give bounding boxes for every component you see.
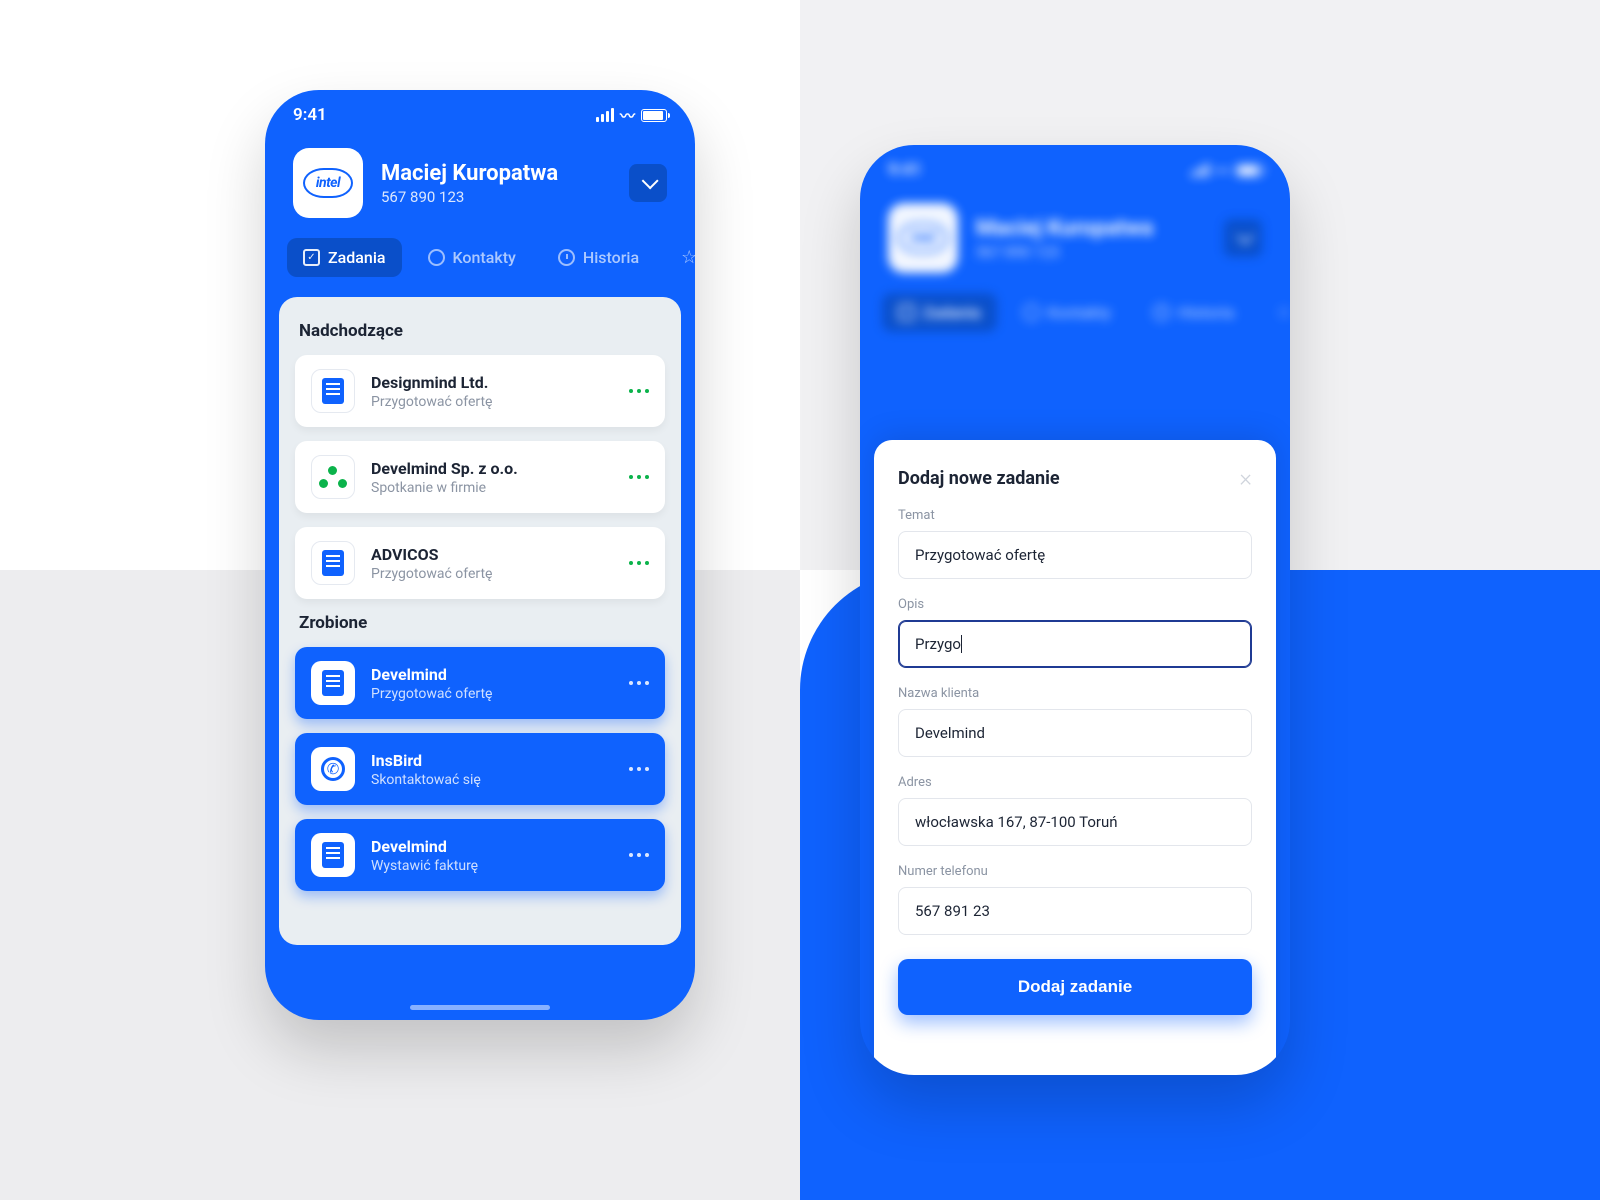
task-card-done[interactable]: InsBird Skontaktować się [295,733,665,805]
document-icon [311,661,355,705]
expand-button [1224,219,1262,257]
input-opis[interactable]: Przygo [898,620,1252,668]
star-icon: ☆ [681,251,695,265]
status-time: 9:41 [293,105,327,125]
phone-add-task-screen: 9:41 〰 intel Maciej Kuropatwa 567 890 12… [860,145,1290,1075]
task-card[interactable]: ADVICOS Przygotować ofertę [295,527,665,599]
task-desc: Wystawić fakturę [371,858,613,874]
input-klient[interactable]: Develmind [898,709,1252,757]
input-temat[interactable]: Przygotować ofertę [898,531,1252,579]
status-bar: 9:41 〰 [265,90,695,140]
status-icons: 〰 [596,105,667,126]
chevron-down-icon [642,172,659,189]
label-telefon: Numer telefonu [898,864,1252,879]
company-logo: intel [888,203,958,273]
document-icon [311,833,355,877]
contact-header: intel Maciej Kuropatwa 567 890 123 [265,140,695,238]
wifi-icon: 〰 [1215,160,1230,181]
add-task-sheet: Dodaj nowe zadanie × Temat Przygotować o… [874,440,1276,1075]
contact-name: Maciej Kuropatwa [381,161,611,186]
input-telefon[interactable]: 567 891 23 [898,887,1252,935]
tab-bar-dimmed: Zadania Kontakty Historia ☆ [860,293,1290,346]
status-icons: 〰 [1191,160,1262,181]
task-company: Develmind [371,665,613,684]
task-desc: Przygotować ofertę [371,394,613,410]
person-icon [428,249,445,266]
more-icon[interactable] [629,561,649,565]
label-opis: Opis [898,597,1252,612]
tab-kontakty[interactable]: Kontakty [412,238,532,277]
status-time: 9:41 [888,160,922,180]
label-temat: Temat [898,508,1252,523]
task-company: Develmind [371,837,613,856]
company-logo: intel [293,148,363,218]
task-desc: Przygotować ofertę [371,686,613,702]
battery-icon [1236,164,1262,177]
contact-phone: 567 890 123 [381,188,611,206]
task-company: ADVICOS [371,545,613,564]
history-icon [558,249,575,266]
task-company: Designmind Ltd. [371,373,613,392]
expand-button[interactable] [629,164,667,202]
task-company: Develmind Sp. z o.o. [371,459,613,478]
section-done-title: Zrobione [299,613,661,633]
tab-zadania[interactable]: Zadania [287,238,402,277]
signal-icon [596,108,614,122]
home-indicator [410,1005,550,1010]
more-icon[interactable] [629,475,649,479]
task-card[interactable]: Designmind Ltd. Przygotować ofertę [295,355,665,427]
submit-button[interactable]: Dodaj zadanie [898,959,1252,1015]
tasks-panel: Nadchodzące Designmind Ltd. Przygotować … [279,297,681,945]
label-klient: Nazwa klienta [898,686,1252,701]
task-card-done[interactable]: Develmind Przygotować ofertę [295,647,665,719]
more-icon[interactable] [629,853,649,857]
label-adres: Adres [898,775,1252,790]
close-icon[interactable]: × [1239,466,1252,490]
task-desc: Skontaktować się [371,772,613,788]
input-adres[interactable]: włocławska 167, 87-100 Toruń [898,798,1252,846]
task-card-done[interactable]: Develmind Wystawić fakturę [295,819,665,891]
team-icon [311,455,355,499]
document-icon [311,369,355,413]
phone-icon [311,747,355,791]
status-bar: 9:41 〰 [860,145,1290,195]
sheet-title: Dodaj nowe zadanie [898,468,1060,489]
more-icon[interactable] [629,767,649,771]
contact-header-dimmed: intel Maciej Kuropatwa 567 890 123 [860,195,1290,293]
task-desc: Spotkanie w firmie [371,480,613,496]
more-icon[interactable] [629,389,649,393]
tab-label: Historia [583,248,639,267]
tab-label: Kontakty [453,248,516,267]
phone-tasks-screen: 9:41 〰 intel Maciej Kuropatwa 567 890 12… [265,90,695,1020]
tab-label: Zadania [328,248,386,267]
signal-icon [1191,163,1209,177]
task-card[interactable]: Develmind Sp. z o.o. Spotkanie w firmie [295,441,665,513]
task-desc: Przygotować ofertę [371,566,613,582]
section-upcoming-title: Nadchodzące [299,321,661,341]
tab-historia[interactable]: Historia [542,238,655,277]
document-icon [311,541,355,585]
tab-more[interactable]: ☆ U [665,238,695,277]
clipboard-icon [303,249,320,266]
company-logo-text: intel [316,175,340,191]
wifi-icon: 〰 [620,105,635,126]
battery-icon [641,109,667,122]
more-icon[interactable] [629,681,649,685]
tab-bar: Zadania Kontakty Historia ☆ U [265,238,695,291]
task-company: InsBird [371,751,613,770]
